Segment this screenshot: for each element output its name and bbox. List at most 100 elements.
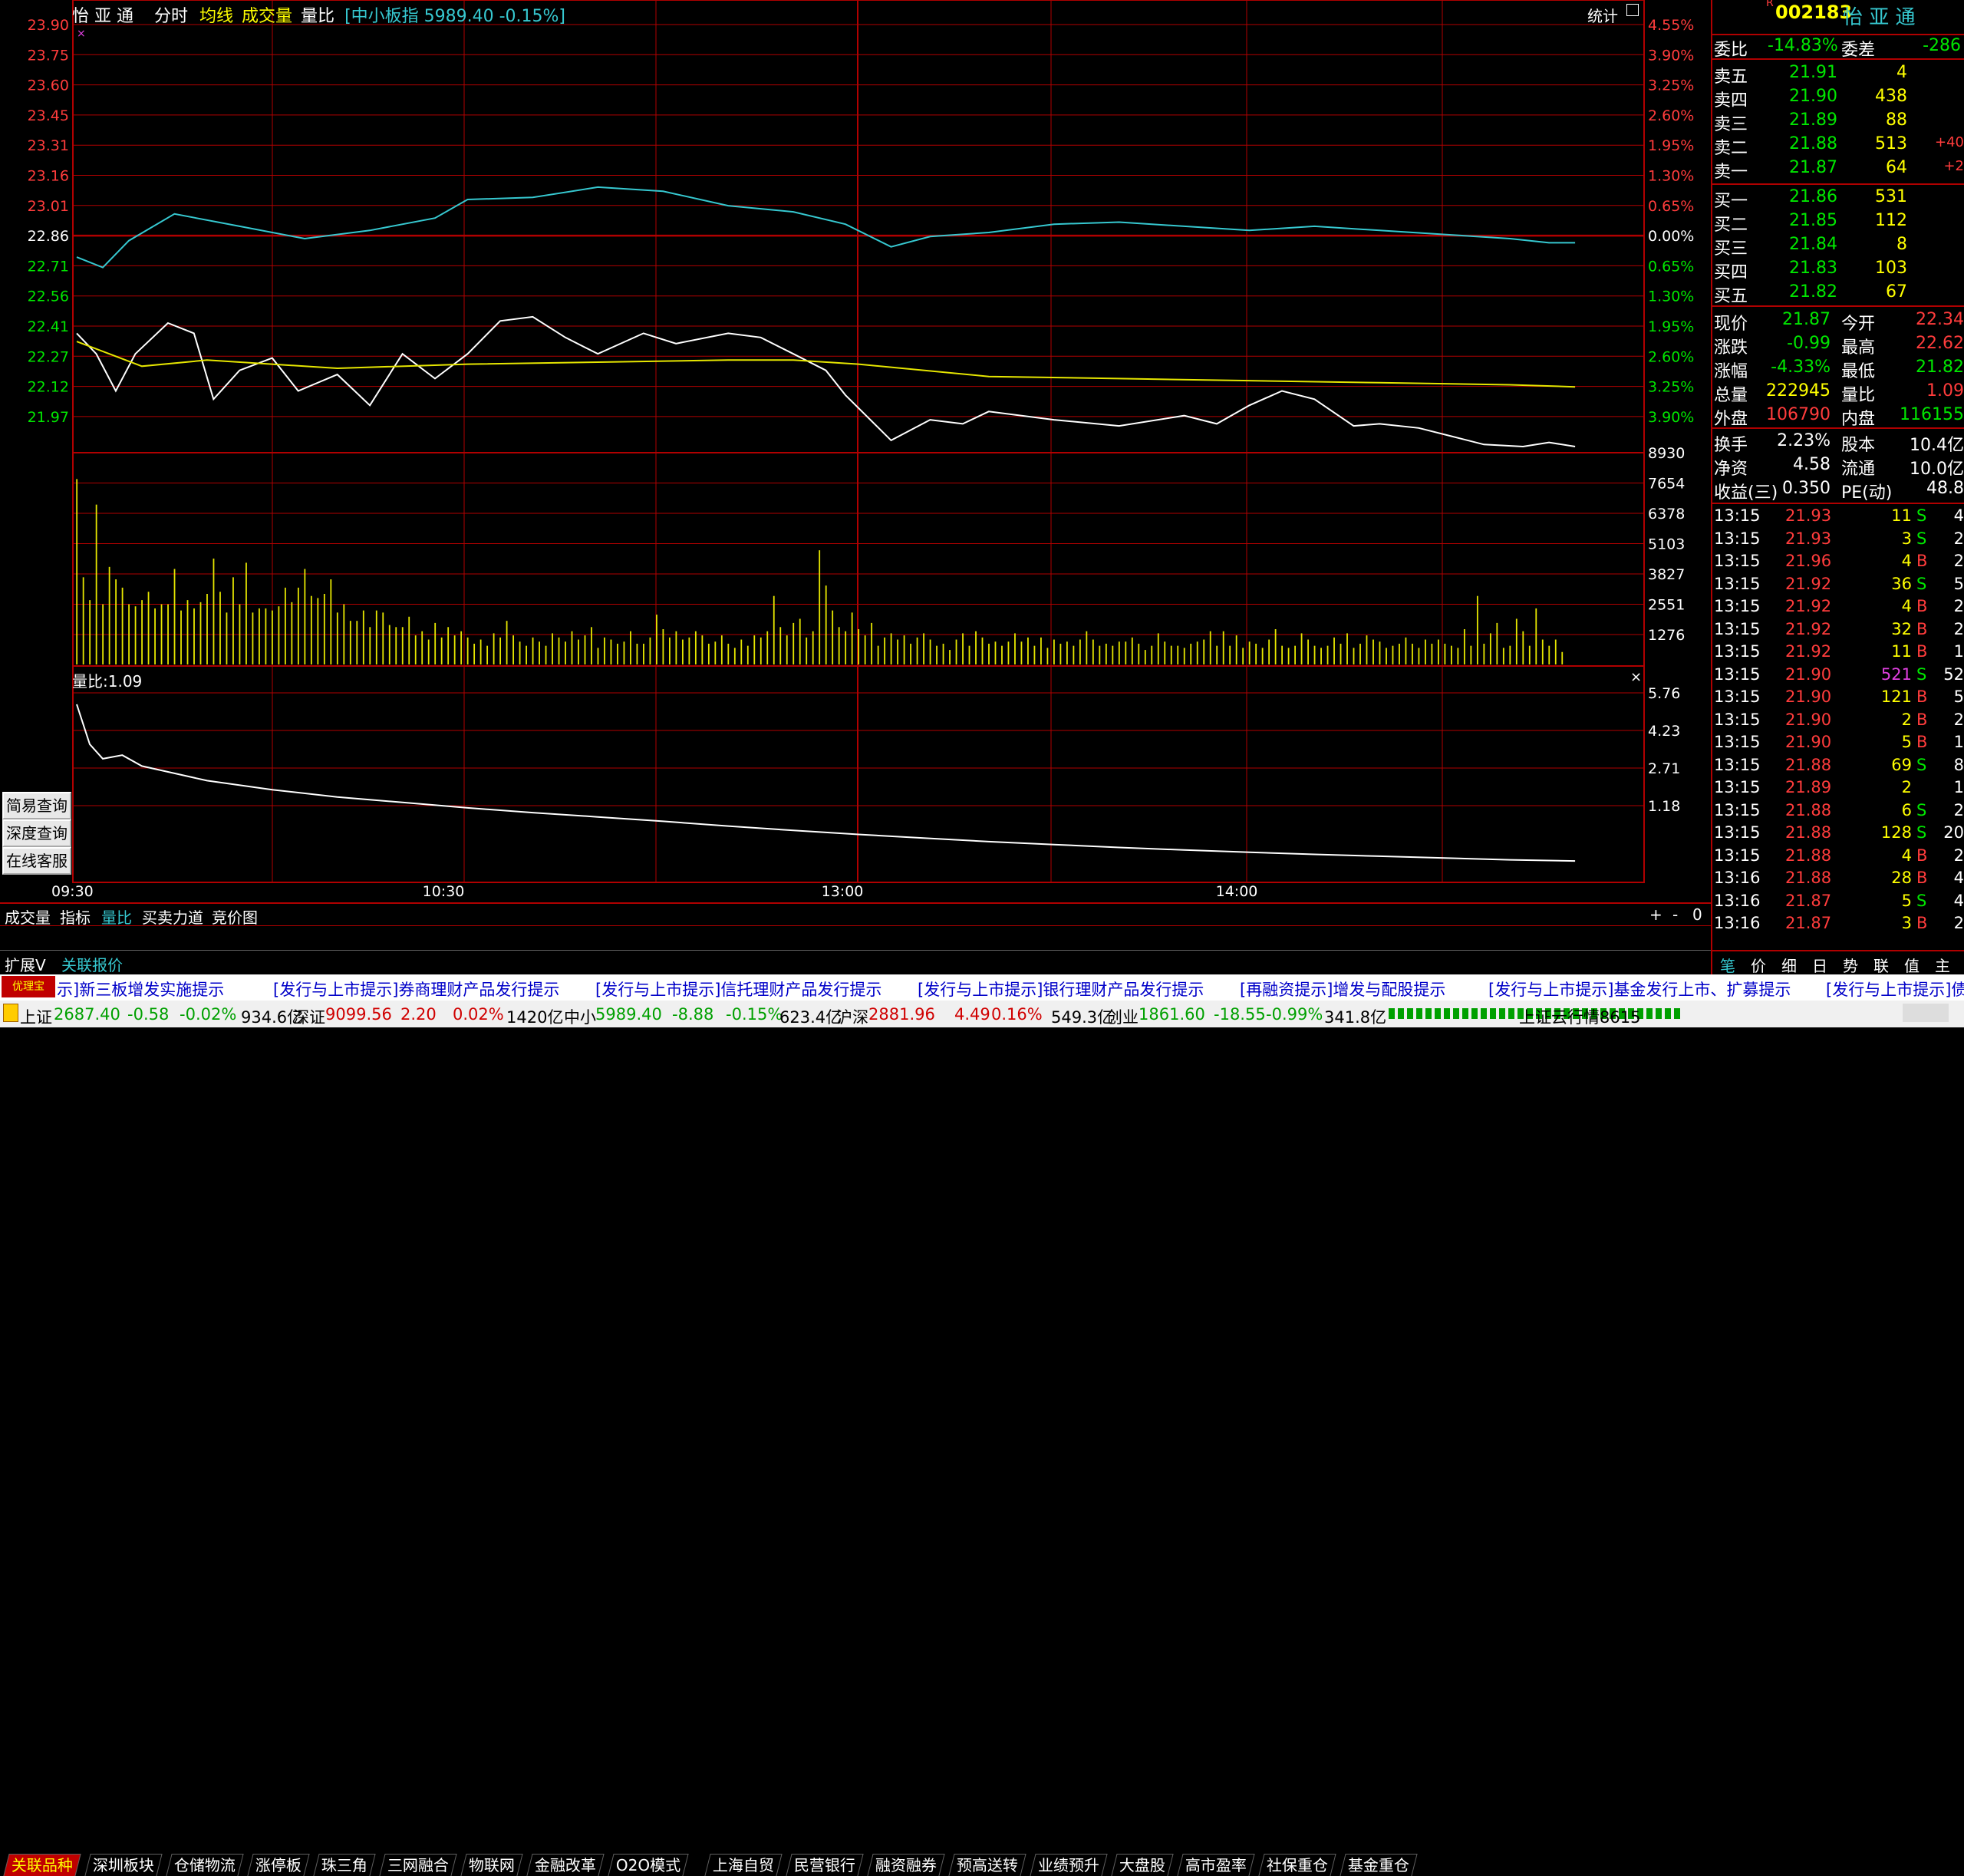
related-quote-button[interactable]: 关联报价 xyxy=(61,953,123,975)
trade-row[interactable]: 13:16 21.87 5 S 4 xyxy=(1712,890,1964,914)
online-service-button[interactable]: 在线客服 xyxy=(2,847,71,875)
ask-row[interactable]: 卖一 21.87 64 +2 xyxy=(1712,157,1964,182)
stat-row[interactable]: 涨跌 -0.99 最高 22.62 xyxy=(1712,332,1964,358)
deep-query-button[interactable]: 深度查询 xyxy=(2,819,71,847)
simple-query-button[interactable]: 简易查询 xyxy=(2,792,71,819)
ask-row[interactable]: 卖四 21.90 438 xyxy=(1712,85,1964,110)
sector-tab-9[interactable]: 上海自贸 xyxy=(704,1854,783,1876)
bid-row[interactable]: 买四 21.83 103 xyxy=(1712,257,1964,282)
sector-tab-2[interactable]: 仓储物流 xyxy=(166,1854,244,1876)
tab-indicator[interactable]: 指标 xyxy=(60,905,91,928)
stat-row[interactable]: 现价 21.87 今开 22.34 xyxy=(1712,308,1964,334)
trade-row[interactable]: 13:15 21.90 521 S 52 xyxy=(1712,664,1964,687)
sector-tab-14[interactable]: 大盘股 xyxy=(1111,1854,1174,1876)
bid-row[interactable]: 买五 21.82 67 xyxy=(1712,281,1964,306)
zoom-in-button[interactable]: + xyxy=(1649,905,1662,924)
right-tab-7[interactable]: 主 xyxy=(1935,954,1950,976)
sector-tab-11[interactable]: 融资融券 xyxy=(867,1854,945,1876)
window-restore-icon[interactable] xyxy=(1626,4,1639,16)
stat-row[interactable]: 涨幅 -4.33% 最低 21.82 xyxy=(1712,356,1964,381)
sector-tab-7[interactable]: 金融改革 xyxy=(526,1854,605,1876)
ask-row[interactable]: 卖三 21.89 88 xyxy=(1712,109,1964,134)
trade-row[interactable]: 13:15 21.90 121 B 5 xyxy=(1712,686,1964,710)
trade-row[interactable]: 13:15 21.92 11 B 1 xyxy=(1712,641,1964,664)
volume-bar xyxy=(154,608,156,664)
ticker-item[interactable]: [发行与上市提示]信托理财产品发行提示 xyxy=(595,978,881,1001)
close-x-icon[interactable]: × xyxy=(77,28,86,40)
ticker-item[interactable]: [发行与上市提示]债 xyxy=(1826,978,1964,1001)
intraday-chart[interactable]: 23.90 4.55% 23.75 3.90% 23.60 3.25% 23.45 2.60%… xyxy=(0,0,1711,925)
trade-row[interactable]: 13:15 21.92 36 S 5 xyxy=(1712,573,1964,597)
volume-bar xyxy=(395,627,397,664)
sector-tab-4[interactable]: 珠三角 xyxy=(313,1854,376,1876)
trade-row[interactable]: 13:15 21.90 2 B 2 xyxy=(1712,709,1964,733)
sector-tab-6[interactable]: 物联网 xyxy=(460,1854,523,1876)
trade-row[interactable]: 13:15 21.92 32 B 2 xyxy=(1712,618,1964,642)
tab-vol-ratio[interactable]: 量比 xyxy=(101,905,132,928)
tab-auction[interactable]: 竞价图 xyxy=(212,905,258,928)
right-tab-4[interactable]: 势 xyxy=(1843,954,1858,976)
trade-row[interactable]: 13:15 21.88 4 B 2 xyxy=(1712,845,1964,869)
stats-button[interactable]: 统计 xyxy=(1587,4,1618,26)
trade-row[interactable]: 13:15 21.93 11 S 4 xyxy=(1712,505,1964,529)
ticker-item[interactable]: [再融资提示]增发与配股提示 xyxy=(1240,978,1445,1001)
right-tab-6[interactable]: 值 xyxy=(1904,954,1920,976)
trade-row[interactable]: 13:16 21.87 3 B 2 xyxy=(1712,912,1964,936)
right-tab-1[interactable]: 价 xyxy=(1751,954,1766,976)
pct-tick-label: 3.25% xyxy=(1648,379,1694,396)
zoom-out-button[interactable]: - xyxy=(1672,905,1678,924)
stat-row[interactable]: 净资 4.58 流通 10.0亿 xyxy=(1712,453,1964,479)
right-tab-0[interactable]: 笔 xyxy=(1720,954,1735,976)
index-info[interactable]: [中小板指 5989.40 -0.15%] xyxy=(344,7,565,26)
sector-tab-5[interactable]: 三网融合 xyxy=(379,1854,457,1876)
stat-label: 外盘 xyxy=(1714,410,1748,429)
ticker-item[interactable]: [发行与上市提示]银行理财产品发行提示 xyxy=(918,978,1204,1001)
right-tab-3[interactable]: 日 xyxy=(1812,954,1827,976)
ticker-item[interactable]: [发行与上市提示]基金发行上市、扩募提示 xyxy=(1488,978,1791,1001)
sector-tab-3[interactable]: 涨停板 xyxy=(247,1854,310,1876)
bid-row[interactable]: 买三 21.84 8 xyxy=(1712,233,1964,259)
bid-row[interactable]: 买二 21.85 112 xyxy=(1712,209,1964,235)
tab-volume[interactable]: 成交量 xyxy=(5,905,51,928)
zoom-reset-button[interactable]: 0 xyxy=(1692,905,1702,924)
trade-row[interactable]: 13:15 21.92 4 B 2 xyxy=(1712,595,1964,619)
tab-buy-sell-force[interactable]: 买卖力道 xyxy=(142,905,203,928)
sector-tab-1[interactable]: 深圳板块 xyxy=(84,1854,163,1876)
volume-bar xyxy=(330,579,332,664)
sector-tab-10[interactable]: 民营银行 xyxy=(786,1854,864,1876)
cloud-quote-status[interactable]: 上证云行情8615 xyxy=(1519,1005,1640,1027)
trade-count: 20 xyxy=(1943,823,1964,842)
stat-row[interactable]: 换手 2.23% 股本 10.4亿 xyxy=(1712,430,1964,455)
sector-tab-13[interactable]: 业绩预升 xyxy=(1030,1854,1108,1876)
stat-row[interactable]: 外盘 106790 内盘 116155 xyxy=(1712,404,1964,429)
stat-row[interactable]: 收益(三) 0.350 PE(动) 48.8 xyxy=(1712,477,1964,503)
trade-row[interactable]: 13:15 21.90 5 B 1 xyxy=(1712,731,1964,755)
trade-row[interactable]: 13:15 21.88 69 S 8 xyxy=(1712,754,1964,778)
trade-row[interactable]: 13:15 21.88 6 S 2 xyxy=(1712,800,1964,823)
trade-row[interactable]: 13:15 21.88 128 S 20 xyxy=(1712,822,1964,846)
sector-tab-16[interactable]: 社保重仓 xyxy=(1258,1854,1336,1876)
sector-tab-0[interactable]: 关联品种 xyxy=(3,1854,81,1876)
trade-side: B xyxy=(1916,597,1928,615)
volume-bar xyxy=(382,612,384,664)
volume-bar xyxy=(720,635,723,664)
ask-row[interactable]: 卖二 21.88 513 +40 xyxy=(1712,133,1964,158)
sector-tab-15[interactable]: 高市盈率 xyxy=(1177,1854,1255,1876)
mode-label[interactable]: 分时 xyxy=(154,7,188,26)
bid-row[interactable]: 买一 21.86 531 xyxy=(1712,186,1964,211)
trade-row[interactable]: 13:15 21.96 4 B 2 xyxy=(1712,550,1964,574)
trade-row[interactable]: 13:15 21.93 3 S 2 xyxy=(1712,528,1964,552)
ticker-item[interactable]: [发行与上市提示]券商理财产品发行提示 xyxy=(273,978,559,1001)
ask-row[interactable]: 卖五 21.91 4 xyxy=(1712,61,1964,87)
sector-tab-17[interactable]: 基金重仓 xyxy=(1340,1854,1418,1876)
trade-row[interactable]: 13:15 21.89 2 1 xyxy=(1712,776,1964,800)
ticker-item[interactable]: 示]新三板增发实施提示 xyxy=(57,978,224,1001)
stat-row[interactable]: 总量 222945 量比 1.09 xyxy=(1712,380,1964,405)
sector-tab-12[interactable]: 预高送转 xyxy=(948,1854,1026,1876)
right-tab-5[interactable]: 联 xyxy=(1873,954,1889,976)
right-tab-2[interactable]: 细 xyxy=(1781,954,1797,976)
expand-button[interactable]: 扩展V xyxy=(5,953,46,975)
sector-tab-8[interactable]: O2O模式 xyxy=(608,1854,689,1876)
trade-row[interactable]: 13:16 21.88 28 B 4 xyxy=(1712,867,1964,891)
ratio-close-icon[interactable]: × xyxy=(1630,669,1642,685)
